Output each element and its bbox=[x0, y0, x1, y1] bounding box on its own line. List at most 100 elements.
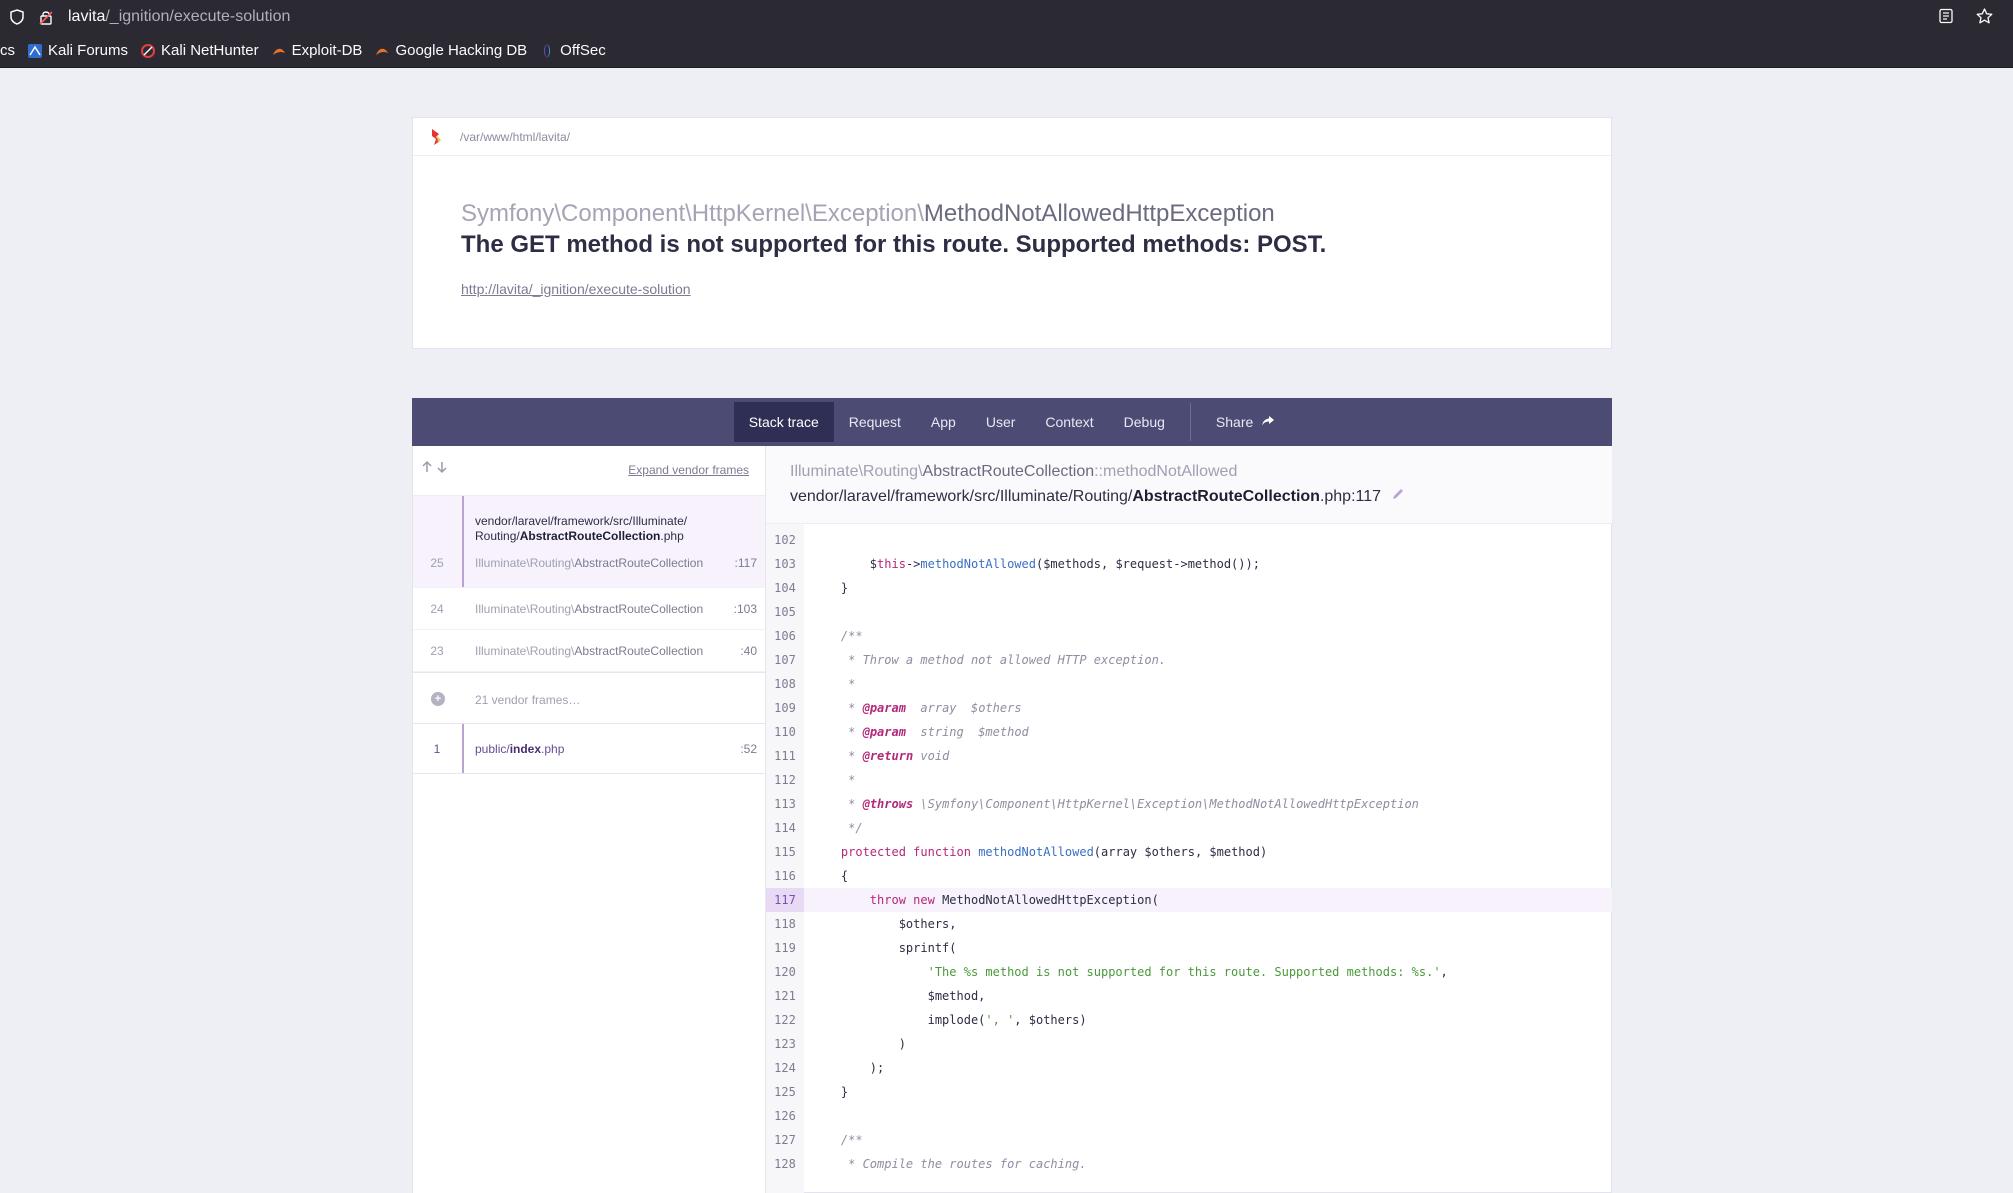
exception-message: The GET method is not supported for this… bbox=[461, 231, 1327, 258]
header-top-bar: /var/www/html/lavita/ bbox=[413, 118, 1611, 156]
line-number: 113 bbox=[774, 797, 796, 811]
shield-icon[interactable] bbox=[9, 9, 25, 25]
arrow-up-icon[interactable] bbox=[421, 460, 433, 479]
frame-item-selected[interactable]: vendor/laravel/framework/src/Illuminate/… bbox=[413, 496, 765, 588]
line-source: * bbox=[840, 677, 856, 691]
line-number: 128 bbox=[774, 1157, 796, 1171]
line-number: 124 bbox=[774, 1061, 796, 1075]
line-number: 125 bbox=[774, 1085, 796, 1099]
pencil-edit-icon[interactable] bbox=[1391, 487, 1405, 506]
frame-class: Illuminate\Routing\AbstractRouteCollecti… bbox=[475, 556, 703, 570]
frame-file-location: vendor/laravel/framework/src/Illuminate/… bbox=[790, 487, 1405, 506]
line-source: * Throw a method not allowed HTTP except… bbox=[840, 653, 1167, 667]
code-line: 121 $method, bbox=[766, 984, 1612, 1008]
browser-url-bar[interactable]: lavita/_ignition/execute-solution bbox=[0, 0, 2013, 34]
code-line: 114 */ bbox=[766, 816, 1612, 840]
bookmark-offsec[interactable]: OffSec bbox=[539, 42, 606, 59]
code-line: 112 * bbox=[766, 768, 1612, 792]
frame-item[interactable]: 24 Illuminate\Routing\AbstractRouteColle… bbox=[413, 588, 765, 630]
frame-class-name: AbstractRouteCollection bbox=[574, 556, 704, 570]
line-source: ) bbox=[812, 1037, 906, 1051]
reader-view-icon[interactable] bbox=[1938, 8, 1954, 29]
code-line: 117 throw new MethodNotAllowedHttpExcept… bbox=[766, 888, 1612, 912]
code-file-dir: vendor/laravel/framework/src/Illuminate/… bbox=[790, 487, 1133, 505]
plus-icon: + bbox=[431, 692, 445, 706]
frame-navigation[interactable] bbox=[421, 460, 448, 479]
bookmark-label: Exploit-DB bbox=[291, 42, 363, 59]
code-line: 127 /** bbox=[766, 1128, 1612, 1152]
tab-context[interactable]: Context bbox=[1030, 402, 1108, 442]
code-line: 106 /** bbox=[766, 624, 1612, 648]
code-header: Illuminate\Routing\AbstractRouteCollecti… bbox=[766, 446, 1612, 524]
frame-namespace: Illuminate\Routing\ bbox=[475, 602, 575, 616]
frame-number: 25 bbox=[430, 556, 444, 570]
share-button[interactable]: Share bbox=[1201, 402, 1290, 442]
exception-class: Symfony\Component\HttpKernel\Exception\M… bbox=[461, 200, 1275, 228]
frame-file-name: index bbox=[509, 742, 542, 756]
ignition-tab-nav: Stack trace Request App User Context Deb… bbox=[412, 398, 1612, 446]
frame-class-name: AbstractRouteCollection bbox=[574, 602, 704, 616]
bookmark-exploit-db[interactable]: Exploit-DB bbox=[271, 42, 363, 59]
tab-app[interactable]: App bbox=[916, 402, 971, 442]
bookmark-label: cs bbox=[0, 42, 15, 59]
line-source: implode(', ', $others) bbox=[812, 1013, 1087, 1027]
code-line: 113 * @throws \Symfony\Component\HttpKer… bbox=[766, 792, 1612, 816]
bookmark-label: OffSec bbox=[560, 42, 606, 59]
frame-method: Illuminate\Routing\AbstractRouteCollecti… bbox=[790, 463, 1237, 481]
line-number: 106 bbox=[774, 629, 796, 643]
frame-item-app[interactable]: 1 public/index.php :52 bbox=[413, 724, 765, 774]
line-number: 103 bbox=[774, 557, 796, 571]
bookmark-kali-forums[interactable]: Kali Forums bbox=[27, 42, 128, 59]
bookmark-label: Kali NetHunter bbox=[161, 42, 259, 59]
code-line: 111 * @return void bbox=[766, 744, 1612, 768]
code-line: 103 $this->methodNotAllowed($methods, $r… bbox=[766, 552, 1612, 576]
vendor-frames-toggle[interactable]: + 21 vendor frames… bbox=[413, 672, 765, 724]
kali-forums-icon bbox=[27, 43, 43, 59]
code-line: 116 { bbox=[766, 864, 1612, 888]
line-source: ); bbox=[812, 1061, 885, 1075]
frame-number: 24 bbox=[430, 602, 444, 616]
bookmark-star-icon[interactable] bbox=[1976, 8, 1993, 29]
line-source: { bbox=[812, 869, 849, 883]
bookmark-kali-nethunter[interactable]: Kali NetHunter bbox=[140, 42, 259, 59]
tab-user[interactable]: User bbox=[971, 402, 1031, 442]
frame-number: 1 bbox=[433, 742, 441, 756]
url-host: lavita bbox=[68, 8, 106, 25]
expand-vendor-frames-link[interactable]: Expand vendor frames bbox=[628, 463, 749, 477]
line-number: 105 bbox=[774, 605, 796, 619]
line-source: */ bbox=[840, 821, 863, 835]
tab-debug[interactable]: Debug bbox=[1109, 402, 1180, 442]
line-source: /** bbox=[840, 629, 863, 643]
code-line: 107 * Throw a method not allowed HTTP ex… bbox=[766, 648, 1612, 672]
frame-file-ext: .php bbox=[541, 742, 565, 756]
line-source: } bbox=[812, 1085, 849, 1099]
line-source: $others, bbox=[812, 917, 957, 931]
frame-line: :40 bbox=[740, 644, 757, 658]
code-file-name: AbstractRouteCollection bbox=[1132, 487, 1320, 505]
code-line: 119 sprintf( bbox=[766, 936, 1612, 960]
arrow-down-icon[interactable] bbox=[436, 460, 448, 479]
line-source: * Compile the routes for caching. bbox=[840, 1157, 1087, 1171]
exception-header-card: /var/www/html/lavita/ Symfony\Component\… bbox=[412, 117, 1612, 349]
bookmark-cs[interactable]: cs bbox=[0, 42, 15, 59]
line-number: 127 bbox=[774, 1133, 796, 1147]
code-line: 118 $others, bbox=[766, 912, 1612, 936]
frame-item[interactable]: 23 Illuminate\Routing\AbstractRouteColle… bbox=[413, 630, 765, 672]
line-source: } bbox=[812, 581, 849, 595]
frames-header: Expand vendor frames bbox=[413, 446, 765, 496]
code-line: 109 * @param array $others bbox=[766, 696, 1612, 720]
lock-insecure-icon[interactable] bbox=[38, 9, 54, 25]
bookmarks-toolbar: cs Kali Forums Kali NetHunter Exploit-DB… bbox=[0, 34, 2013, 68]
project-path: /var/www/html/lavita/ bbox=[460, 129, 571, 144]
request-url-link[interactable]: http://lavita/_ignition/execute-solution bbox=[461, 281, 691, 297]
frames-list: Expand vendor frames vendor/laravel/fram… bbox=[413, 446, 766, 1193]
exception-namespace: Symfony\Component\HttpKernel\Exception\ bbox=[461, 200, 924, 227]
line-source: * bbox=[840, 773, 856, 787]
tab-request[interactable]: Request bbox=[834, 402, 916, 442]
frame-file: public/index.php bbox=[475, 742, 564, 756]
frame-line: :52 bbox=[740, 742, 757, 756]
url-text[interactable]: lavita/_ignition/execute-solution bbox=[68, 8, 290, 26]
frame-namespace: Illuminate\Routing\ bbox=[475, 644, 575, 658]
bookmark-google-hacking-db[interactable]: Google Hacking DB bbox=[374, 42, 527, 59]
tab-stack-trace[interactable]: Stack trace bbox=[733, 402, 834, 442]
